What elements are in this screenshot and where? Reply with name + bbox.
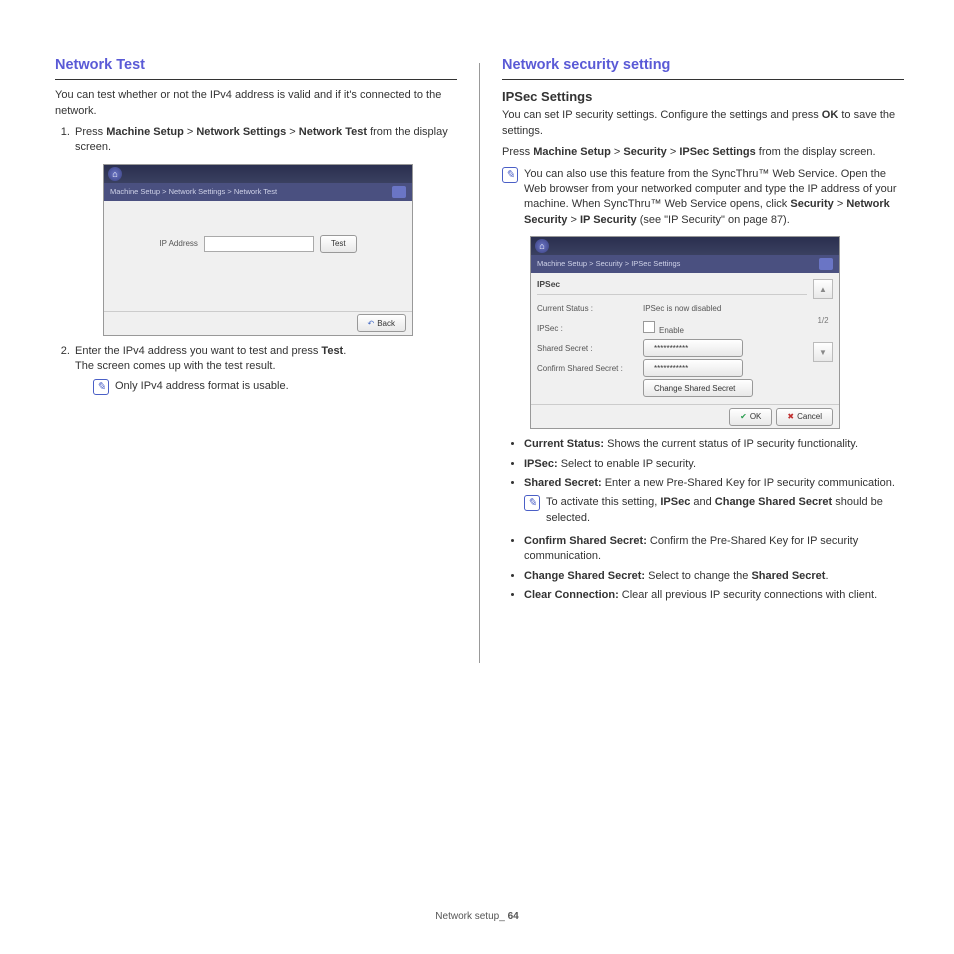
cancel-button[interactable]: ✖Cancel bbox=[776, 408, 833, 426]
heading-network-security: Network security setting bbox=[502, 55, 904, 75]
ip-address-label: IP Address bbox=[159, 238, 198, 249]
subheading-ipsec: IPSec Settings bbox=[502, 88, 904, 106]
page-indicator: 1/2 bbox=[817, 315, 828, 326]
help-icon[interactable] bbox=[819, 258, 833, 270]
heading-network-test: Network Test bbox=[55, 55, 457, 75]
shared-secret-label: Shared Secret : bbox=[537, 343, 637, 354]
ipsec-label: IPSec : bbox=[537, 323, 637, 334]
close-icon: ✖ bbox=[787, 412, 794, 421]
current-status-value: IPSec is now disabled bbox=[643, 303, 807, 314]
ipsec-intro: You can set IP security settings. Config… bbox=[502, 108, 904, 139]
scroll-up-icon[interactable]: ▲ bbox=[813, 279, 833, 299]
ipsec-path: Press Machine Setup > Security > IPSec S… bbox=[502, 145, 904, 160]
test-button[interactable]: Test bbox=[320, 235, 357, 253]
note-icon: ✎ bbox=[93, 379, 109, 395]
screenshot-ipsec: ⌂ Machine Setup > Security > IPSec Setti… bbox=[530, 236, 840, 429]
note-text: Only IPv4 address format is usable. bbox=[115, 379, 457, 395]
confirm-secret-label: Confirm Shared Secret : bbox=[537, 363, 637, 374]
help-icon[interactable] bbox=[392, 186, 406, 198]
bullet-clear-connection: Clear Connection: Clear all previous IP … bbox=[524, 588, 904, 603]
bullet-ipsec: IPSec: Select to enable IP security. bbox=[524, 457, 904, 472]
ip-address-input[interactable] bbox=[204, 236, 314, 252]
enable-checkbox[interactable] bbox=[643, 321, 655, 333]
page-footer: Network setup_ 64 bbox=[0, 910, 954, 924]
back-button[interactable]: ↶ Back bbox=[357, 314, 407, 332]
note-activate: To activate this setting, IPSec and Chan… bbox=[546, 495, 904, 526]
bullet-current-status: Current Status: Shows the current status… bbox=[524, 437, 904, 452]
breadcrumb: Machine Setup > Network Settings > Netwo… bbox=[110, 187, 277, 198]
bullet-confirm-secret: Confirm Shared Secret: Confirm the Pre-S… bbox=[524, 534, 904, 565]
current-status-label: Current Status : bbox=[537, 303, 637, 314]
scroll-down-icon[interactable]: ▼ bbox=[813, 342, 833, 362]
step-2: Enter the IPv4 address you want to test … bbox=[73, 344, 457, 395]
back-arrow-icon: ↶ bbox=[368, 319, 375, 328]
screenshot-network-test: ⌂ Machine Setup > Network Settings > Net… bbox=[103, 164, 413, 336]
bullet-shared-secret: Shared Secret: Enter a new Pre-Shared Ke… bbox=[524, 476, 904, 526]
bullet-change-secret: Change Shared Secret: Select to change t… bbox=[524, 569, 904, 584]
enable-label: Enable bbox=[659, 326, 684, 335]
home-icon[interactable]: ⌂ bbox=[108, 167, 122, 181]
confirm-secret-input[interactable]: *********** bbox=[643, 359, 743, 377]
shared-secret-input[interactable]: *********** bbox=[643, 339, 743, 357]
note-icon: ✎ bbox=[524, 495, 540, 511]
change-secret-button[interactable]: Change Shared Secret bbox=[643, 379, 753, 397]
home-icon[interactable]: ⌂ bbox=[535, 239, 549, 253]
step-1: Press Machine Setup > Network Settings >… bbox=[73, 125, 457, 336]
note-web-service: You can also use this feature from the S… bbox=[524, 167, 904, 229]
breadcrumb: Machine Setup > Security > IPSec Setting… bbox=[537, 259, 680, 270]
group-ipsec: IPSec bbox=[537, 279, 807, 295]
note-icon: ✎ bbox=[502, 167, 518, 183]
ok-button[interactable]: ✔OK bbox=[729, 408, 772, 426]
intro-text: You can test whether or not the IPv4 add… bbox=[55, 88, 457, 119]
check-icon: ✔ bbox=[740, 412, 747, 421]
